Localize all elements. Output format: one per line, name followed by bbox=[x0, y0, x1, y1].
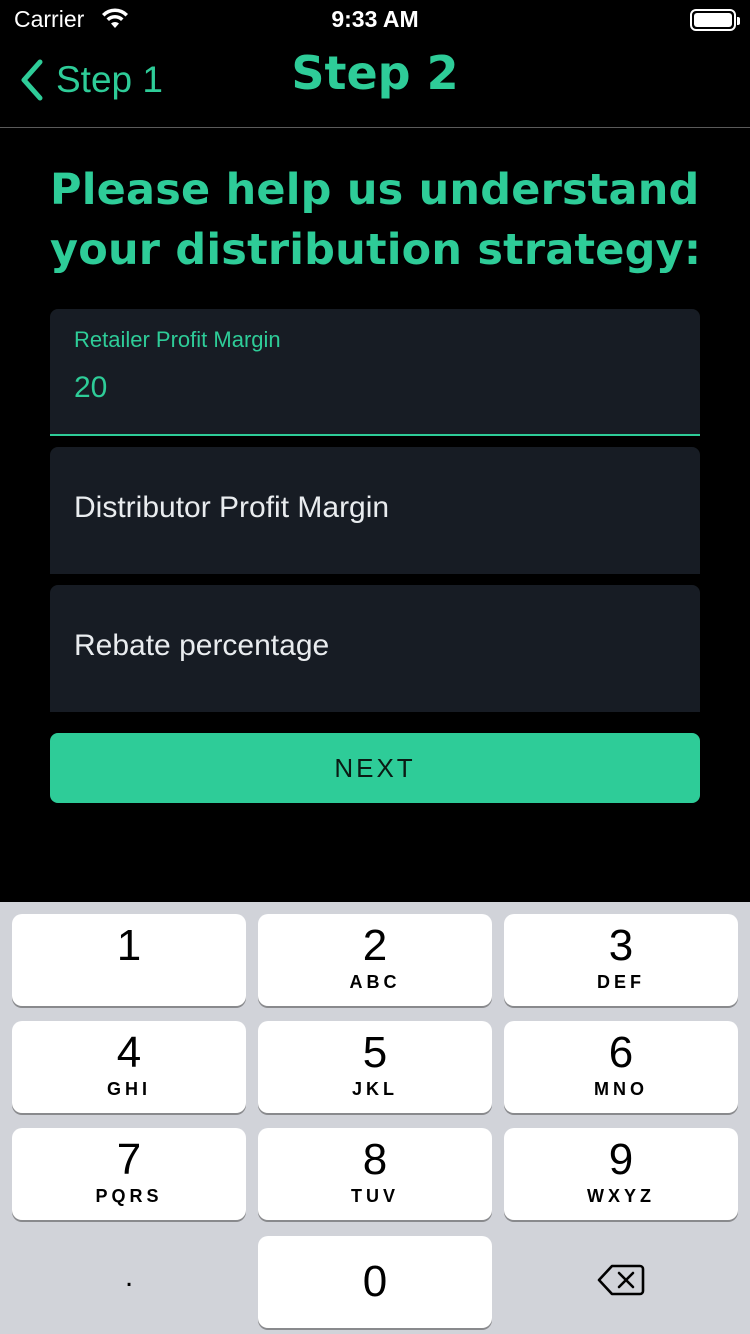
key-2[interactable]: 2 ABC bbox=[258, 914, 492, 1006]
key-9-number: 9 bbox=[608, 1135, 634, 1184]
distributor-profit-margin-placeholder: Distributor Profit Margin bbox=[74, 491, 390, 524]
key-5-letters: JKL bbox=[351, 1079, 398, 1099]
rebate-percentage-field[interactable]: Rebate percentage bbox=[50, 585, 700, 712]
key-2-number: 2 bbox=[362, 921, 388, 970]
key-6-letters: MNO bbox=[594, 1079, 648, 1099]
key-7[interactable]: 7 PQRS bbox=[12, 1128, 246, 1220]
key-1-number: 1 bbox=[116, 921, 142, 970]
headline: Please help us understand your distribut… bbox=[50, 165, 702, 275]
rebate-percentage-placeholder: Rebate percentage bbox=[74, 629, 330, 662]
key-5[interactable]: 5 JKL bbox=[258, 1021, 492, 1113]
key-decimal-label: . bbox=[124, 1260, 134, 1293]
key-2-letters: ABC bbox=[349, 972, 401, 992]
key-8-letters: TUV bbox=[351, 1186, 399, 1206]
navigation-bar: Step 1 Step 2 bbox=[0, 40, 750, 128]
key-3-number: 3 bbox=[608, 921, 634, 970]
key-decimal[interactable]: . bbox=[12, 1234, 246, 1326]
key-4-number: 4 bbox=[116, 1028, 142, 1077]
key-0[interactable]: 0 bbox=[258, 1236, 492, 1328]
key-7-letters: PQRS bbox=[95, 1186, 163, 1206]
key-3-letters: DEF bbox=[597, 972, 645, 992]
numeric-keyboard: 1 2 ABC 3 DEF 4 GHI 5 JKL 6 MNO 7 PQRS 8… bbox=[0, 902, 750, 1334]
delete-key[interactable] bbox=[504, 1234, 738, 1326]
clock: 9:33 AM bbox=[331, 6, 419, 32]
key-9[interactable]: 9 WXYZ bbox=[504, 1128, 738, 1220]
battery-icon bbox=[690, 9, 740, 31]
key-8-number: 8 bbox=[362, 1135, 388, 1184]
retailer-profit-margin-value: 20 bbox=[74, 371, 108, 404]
status-bar: Carrier 9:33 AM bbox=[0, 0, 750, 40]
key-6-number: 6 bbox=[608, 1028, 634, 1077]
distributor-profit-margin-field[interactable]: Distributor Profit Margin bbox=[50, 447, 700, 574]
retailer-profit-margin-label: Retailer Profit Margin bbox=[74, 327, 281, 352]
key-9-letters: WXYZ bbox=[587, 1186, 655, 1206]
key-4-letters: GHI bbox=[106, 1079, 151, 1099]
key-8[interactable]: 8 TUV bbox=[258, 1128, 492, 1220]
key-6[interactable]: 6 MNO bbox=[504, 1021, 738, 1113]
key-4[interactable]: 4 GHI bbox=[12, 1021, 246, 1113]
backspace-icon bbox=[597, 1264, 645, 1296]
next-button[interactable]: NEXT bbox=[50, 733, 700, 803]
page-title: Step 2 bbox=[291, 46, 459, 100]
retailer-profit-margin-field[interactable]: Retailer Profit Margin 20 bbox=[50, 309, 700, 436]
key-5-number: 5 bbox=[362, 1028, 388, 1077]
key-0-number: 0 bbox=[362, 1257, 388, 1306]
key-1[interactable]: 1 bbox=[12, 914, 246, 1006]
key-7-number: 7 bbox=[116, 1135, 142, 1184]
key-3[interactable]: 3 DEF bbox=[504, 914, 738, 1006]
next-button-label: NEXT bbox=[334, 752, 416, 783]
